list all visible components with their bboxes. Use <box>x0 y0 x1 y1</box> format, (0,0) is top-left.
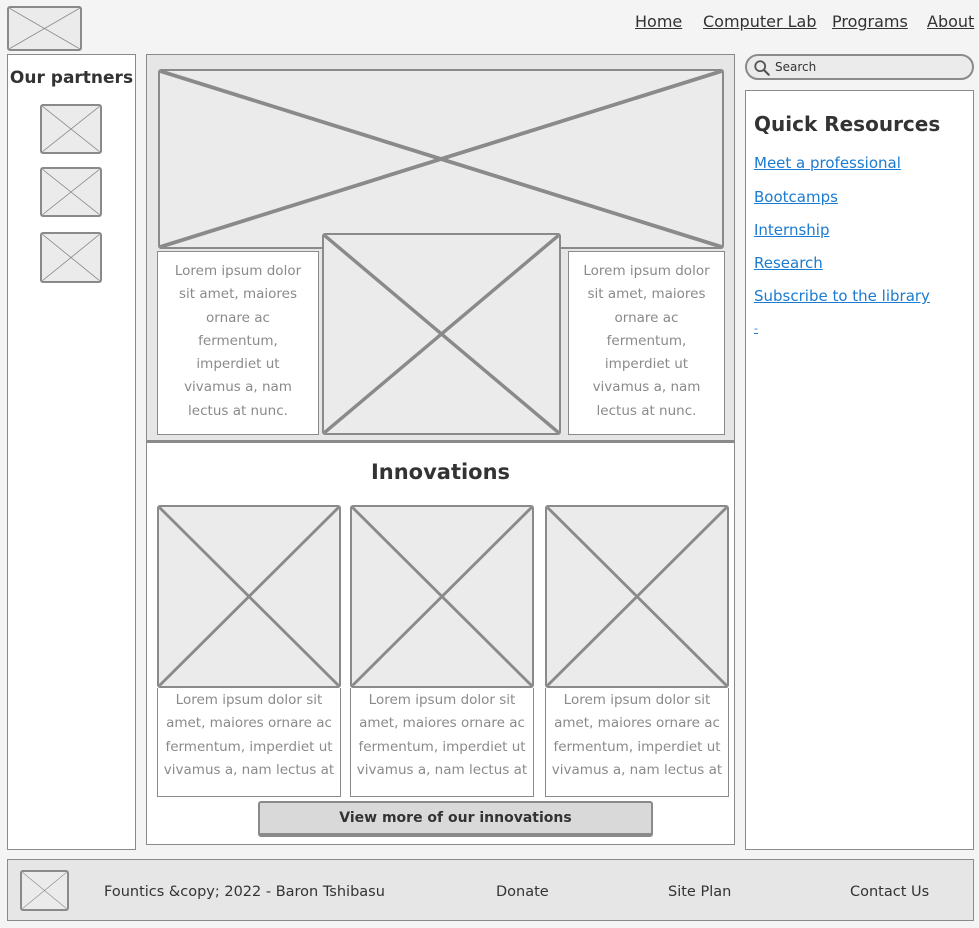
resource-link-bootcamps[interactable]: Bootcamps <box>754 188 838 206</box>
resource-link-subscribe-library[interactable]: Subscribe to the library <box>754 287 930 305</box>
resource-link-research[interactable]: Research <box>754 254 823 272</box>
hero-left-text: Lorem ipsum dolor sit amet, maiores orna… <box>157 251 319 435</box>
nav-home-link[interactable]: Home <box>635 12 682 31</box>
search-input[interactable] <box>775 58 965 76</box>
resource-link-empty[interactable]: - <box>754 322 758 335</box>
search-icon <box>754 60 770 76</box>
resource-link-internship[interactable]: Internship <box>754 221 829 239</box>
footer: Fountics &copy; 2022 - Baron Tshibasu Do… <box>7 859 974 921</box>
hero-right-text: Lorem ipsum dolor sit amet, maiores orna… <box>568 251 725 435</box>
footer-site-plan-link[interactable]: Site Plan <box>668 884 731 900</box>
innovation-card-text: Lorem ipsum dolor sit amet, maiores orna… <box>157 688 341 797</box>
footer-copyright: Fountics &copy; 2022 - Baron Tshibasu <box>104 884 385 900</box>
innovations-title: Innovations <box>370 460 511 484</box>
resource-link-meet-professional[interactable]: Meet a professional <box>754 154 901 172</box>
partner-logo-placeholder[interactable] <box>40 232 102 283</box>
logo-image-placeholder[interactable] <box>7 6 82 51</box>
search-box[interactable] <box>745 54 974 80</box>
nav-programs-link[interactable]: Programs <box>832 12 908 31</box>
hero-banner-placeholder <box>158 69 724 249</box>
partner-logo-placeholder[interactable] <box>40 104 102 154</box>
partner-logo-placeholder[interactable] <box>40 167 102 217</box>
innovation-card-image[interactable] <box>545 505 729 688</box>
footer-logo-placeholder <box>20 870 69 911</box>
quick-resources-title: Quick Resources <box>754 112 941 136</box>
nav-about-link[interactable]: About <box>927 12 974 31</box>
nav-computer-lab-link[interactable]: Computer Lab <box>703 12 817 31</box>
innovation-card-text: Lorem ipsum dolor sit amet, maiores orna… <box>350 688 534 797</box>
hero-center-image-placeholder <box>322 233 561 435</box>
view-more-innovations-button[interactable]: View more of our innovations <box>258 801 653 837</box>
innovation-card-image[interactable] <box>157 505 341 688</box>
footer-donate-link[interactable]: Donate <box>496 884 549 900</box>
partners-title: Our partners <box>9 68 134 88</box>
footer-contact-link[interactable]: Contact Us <box>850 884 929 900</box>
innovation-card-image[interactable] <box>350 505 534 688</box>
innovation-card-text: Lorem ipsum dolor sit amet, maiores orna… <box>545 688 729 797</box>
